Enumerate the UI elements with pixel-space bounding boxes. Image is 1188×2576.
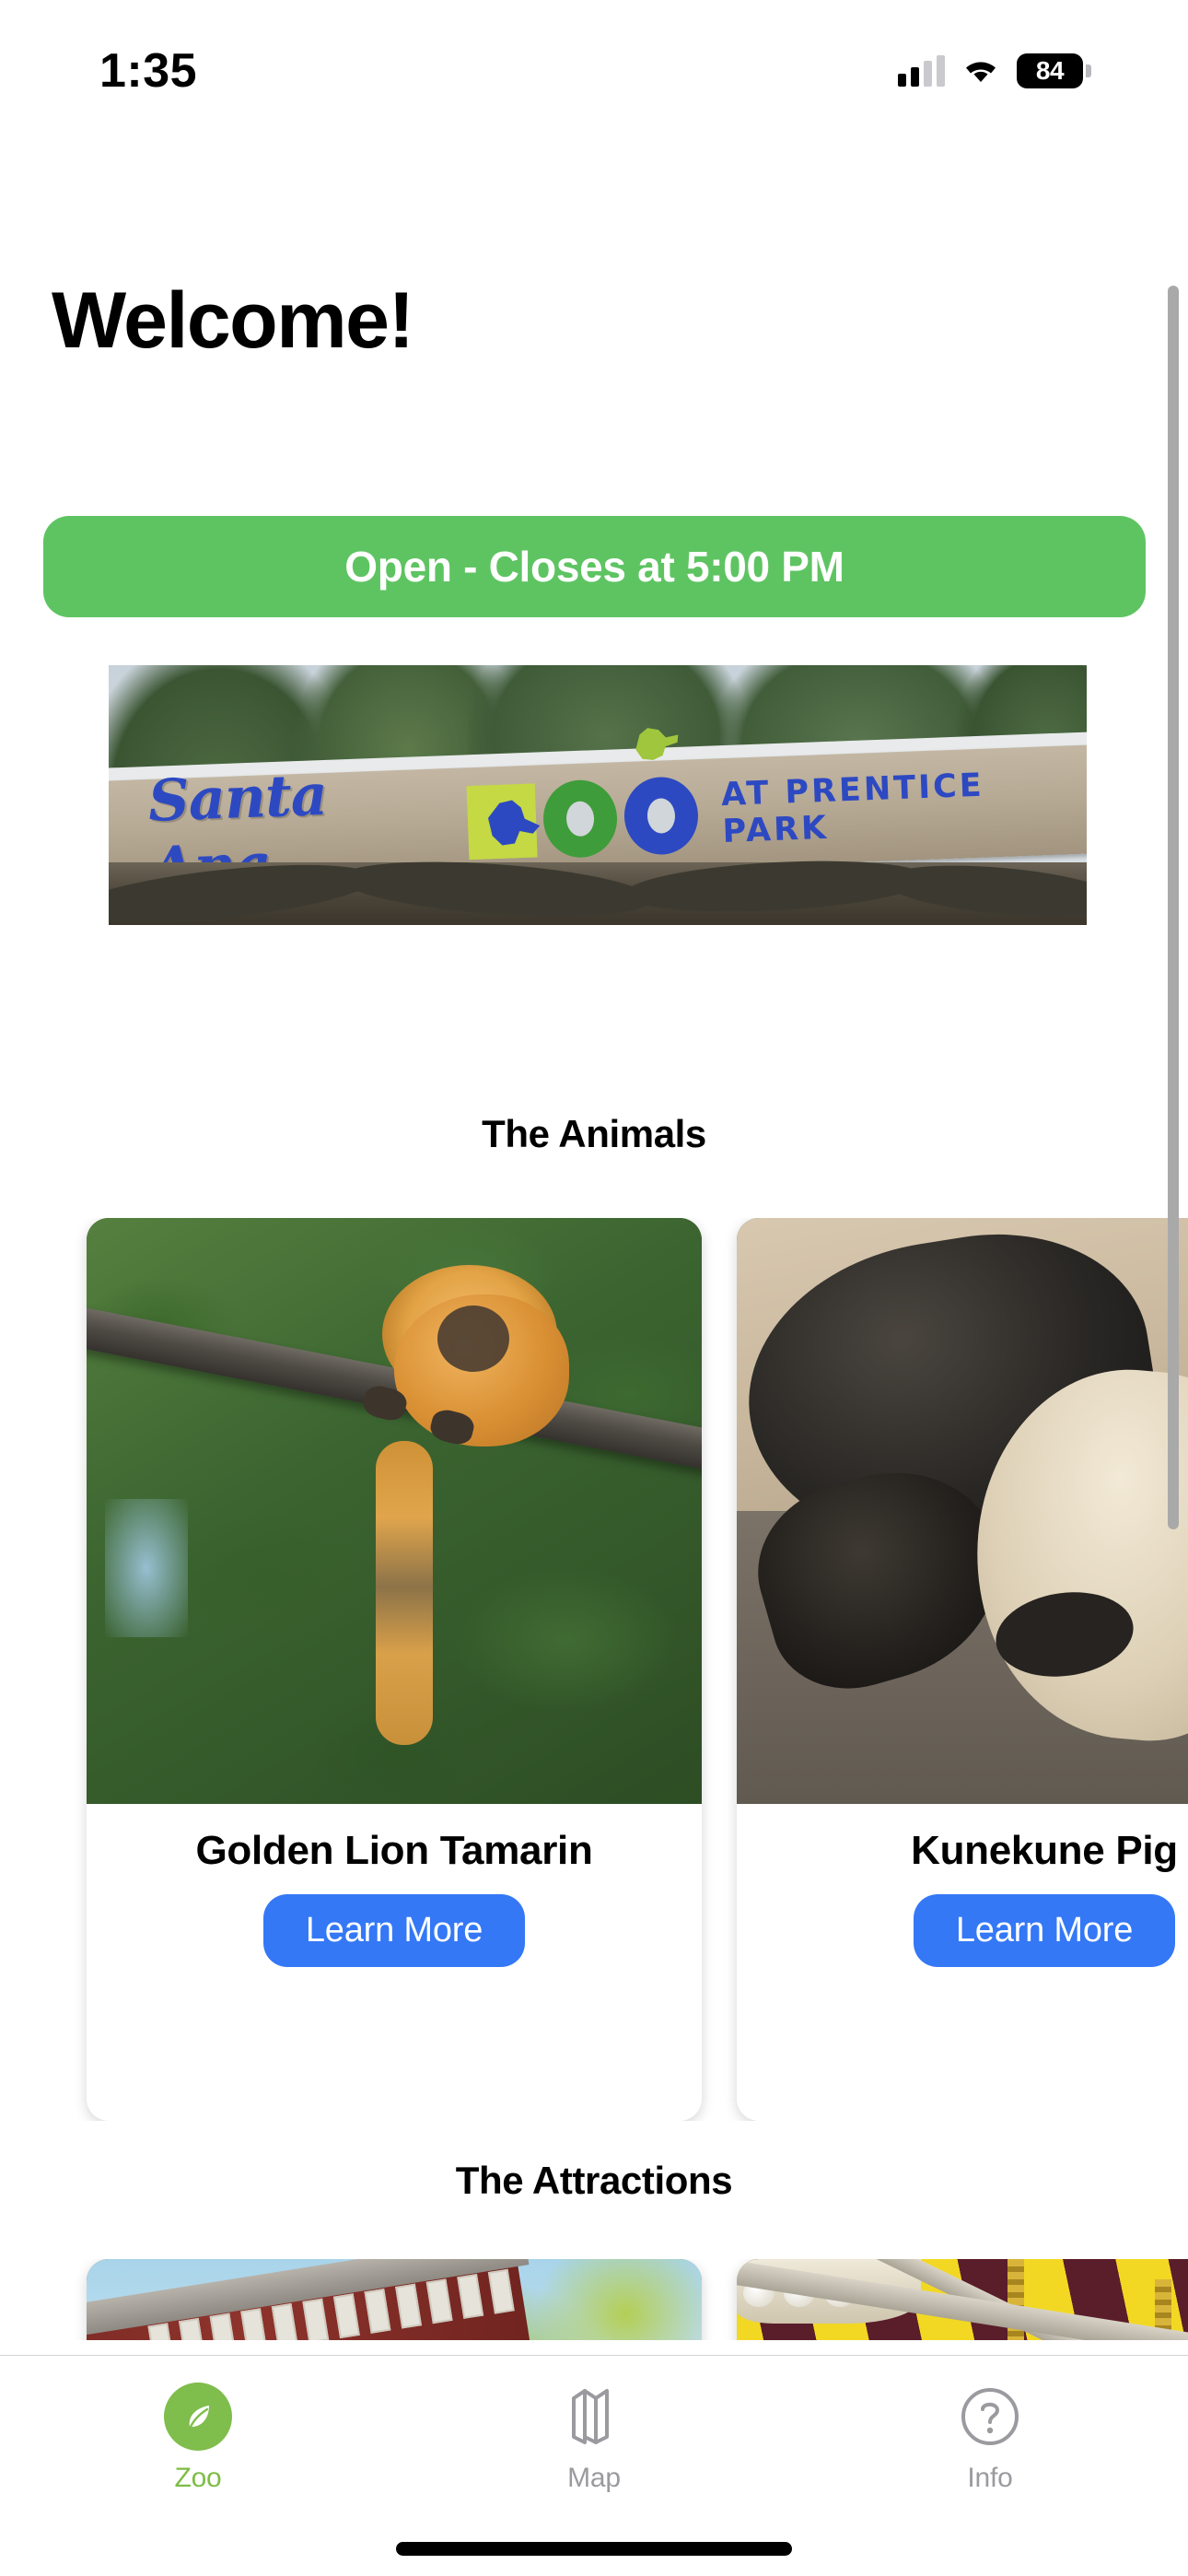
zoo-entrance-photo: Santa Ana AT PRENTICE PARK [109,665,1087,925]
cellular-signal-icon [898,55,945,87]
learn-more-button[interactable]: Learn More [913,1894,1176,1967]
status-bar-indicators: 84 [898,41,1091,88]
wifi-icon [961,54,1000,88]
learn-more-button[interactable]: Learn More [262,1894,526,1967]
section-heading-animals: The Animals [482,1112,706,1155]
attractions-card-carousel[interactable] [0,2259,1188,2340]
vertical-scrollbar[interactable] [1168,286,1179,1529]
hours-status-banner[interactable]: Open - Closes at 5:00 PM [43,516,1146,617]
animal-card-kunekune-pig[interactable]: Kunekune Pig Learn More [737,1218,1188,2121]
tab-label-info: Info [967,2463,1013,2493]
conservation-carousel-photo [737,2259,1188,2340]
status-bar-time: 1:35 [99,44,198,98]
leaf-icon [161,2380,235,2453]
home-indicator[interactable] [396,2542,792,2556]
tab-zoo[interactable]: Zoo [0,2356,396,2576]
app-screen: 1:35 84 Welcome! Open - Closes at 5:00 P… [0,0,1188,2576]
animals-card-carousel[interactable]: Golden Lion Tamarin Learn More Kunekune … [0,1218,1188,2121]
battery-percent-label: 84 [1035,56,1065,85]
scrollable-content[interactable]: Welcome! Open - Closes at 5:00 PM Santa … [0,129,1188,2340]
attraction-card-carousel[interactable] [737,2259,1188,2340]
page-title: Welcome! [52,276,414,365]
status-bar: 1:35 84 [0,0,1188,129]
attraction-card-train[interactable] [87,2259,702,2340]
animal-card-title: Golden Lion Tamarin [195,1828,593,1873]
animal-card-title: Kunekune Pig [911,1828,1178,1873]
battery-icon: 84 [1017,53,1091,88]
question-mark-circle-icon [953,2380,1027,2453]
section-heading-attractions: The Attractions [455,2159,733,2202]
animal-card-golden-lion-tamarin[interactable]: Golden Lion Tamarin Learn More [87,1218,702,2121]
tab-info[interactable]: Info [792,2356,1188,2576]
map-icon [557,2380,631,2453]
golden-lion-tamarin-photo [87,1218,702,1804]
tab-label-zoo: Zoo [174,2463,222,2493]
hours-status-text: Open - Closes at 5:00 PM [344,543,844,591]
sign-secondary-text: AT PRENTICE PARK [720,767,985,850]
zoofari-express-train-station-photo [87,2259,702,2340]
kunekune-pig-photo [737,1218,1188,1804]
tab-label-map: Map [567,2463,621,2493]
